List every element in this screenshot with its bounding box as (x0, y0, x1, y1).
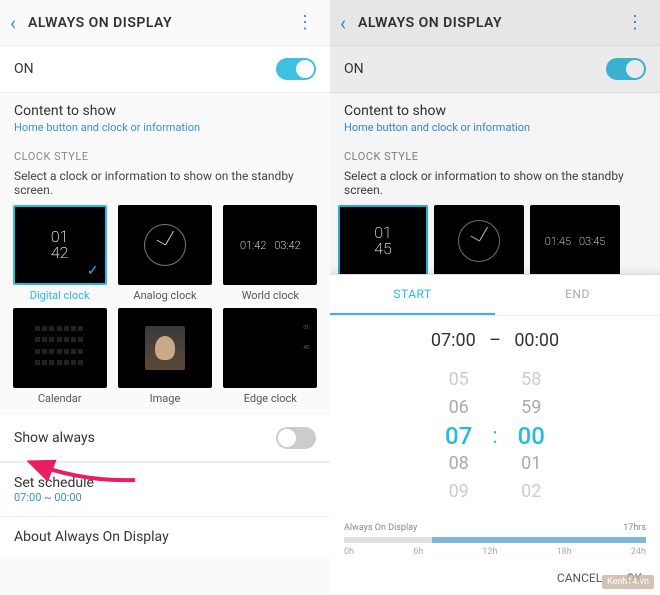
set-schedule-row[interactable]: Set schedule 07:00 ~ 00:00 (0, 462, 330, 516)
screen-schedule: ‹ ALWAYS ON DISPLAY ⋮ ON Content to show… (330, 0, 660, 595)
cancel-button[interactable]: CANCEL (557, 571, 602, 585)
time-wheels: 05 06 07 08 09 : 58 59 00 01 02 (330, 361, 660, 515)
on-row: ON (0, 46, 330, 93)
time-picker-sheet: START END 07:00 – 00:00 05 06 07 08 09 :… (330, 274, 660, 595)
page-title: ALWAYS ON DISPLAY (28, 15, 290, 31)
tile-digital[interactable]: 01 45 (338, 205, 428, 277)
tile-calendar[interactable]: Calendar (10, 308, 109, 405)
colon: : (492, 424, 497, 449)
tabs: START END (330, 275, 660, 316)
content-title: Content to show (14, 103, 316, 119)
back-icon[interactable]: ‹ (10, 13, 16, 33)
show-always-toggle[interactable] (276, 427, 316, 449)
tile-analog[interactable]: Analog clock (115, 205, 214, 302)
tile-image[interactable]: Image (115, 308, 214, 405)
clock-style-label: CLOCK STYLE (0, 138, 330, 169)
tile-edge[interactable]: 0145· Edge clock (221, 308, 320, 405)
check-icon: ✓ (87, 263, 99, 279)
on-toggle[interactable] (606, 58, 646, 80)
content-sub: Home button and clock or information (14, 121, 316, 134)
header: ‹ ALWAYS ON DISPLAY ⋮ (0, 0, 330, 46)
on-label: ON (14, 61, 34, 77)
tile-digital[interactable]: 01 42✓ Digital clock (10, 205, 109, 302)
back-icon[interactable]: ‹ (340, 13, 346, 33)
content-section[interactable]: Content to show Home button and clock or… (0, 93, 330, 138)
clock-style-desc: Select a clock or information to show on… (0, 169, 330, 205)
minute-wheel[interactable]: 58 59 00 01 02 (518, 367, 545, 505)
tab-start[interactable]: START (330, 275, 495, 315)
timeline: Always On Display17hrs 0h 6h 12h 18h 24h (330, 515, 660, 561)
header: ‹ ALWAYS ON DISPLAY ⋮ (330, 0, 660, 46)
screen-settings: ‹ ALWAYS ON DISPLAY ⋮ ON Content to show… (0, 0, 330, 595)
show-always-row[interactable]: Show always (0, 415, 330, 462)
on-toggle[interactable] (276, 58, 316, 80)
time-display: 07:00 – 00:00 (330, 316, 660, 361)
more-icon[interactable]: ⋮ (620, 12, 650, 33)
hour-wheel[interactable]: 05 06 07 08 09 (445, 367, 472, 505)
content-section: Content to show Home button and clock or… (330, 93, 660, 138)
tile-world[interactable]: 01:4203:42 World clock (221, 205, 320, 302)
tile-world[interactable]: 01:4503:45 (530, 205, 620, 277)
more-icon[interactable]: ⋮ (290, 12, 320, 33)
tile-analog[interactable] (434, 205, 524, 277)
tab-end[interactable]: END (495, 275, 660, 315)
clock-grid: 01 42✓ Digital clock Analog clock 01:420… (0, 205, 330, 405)
on-row: ON (330, 46, 660, 93)
watermark: Kenh14.vn (602, 575, 654, 589)
page-title: ALWAYS ON DISPLAY (358, 15, 620, 31)
clock-strip: 01 45 01:4503:45 (330, 205, 660, 277)
about-row[interactable]: About Always On Display (0, 516, 330, 557)
